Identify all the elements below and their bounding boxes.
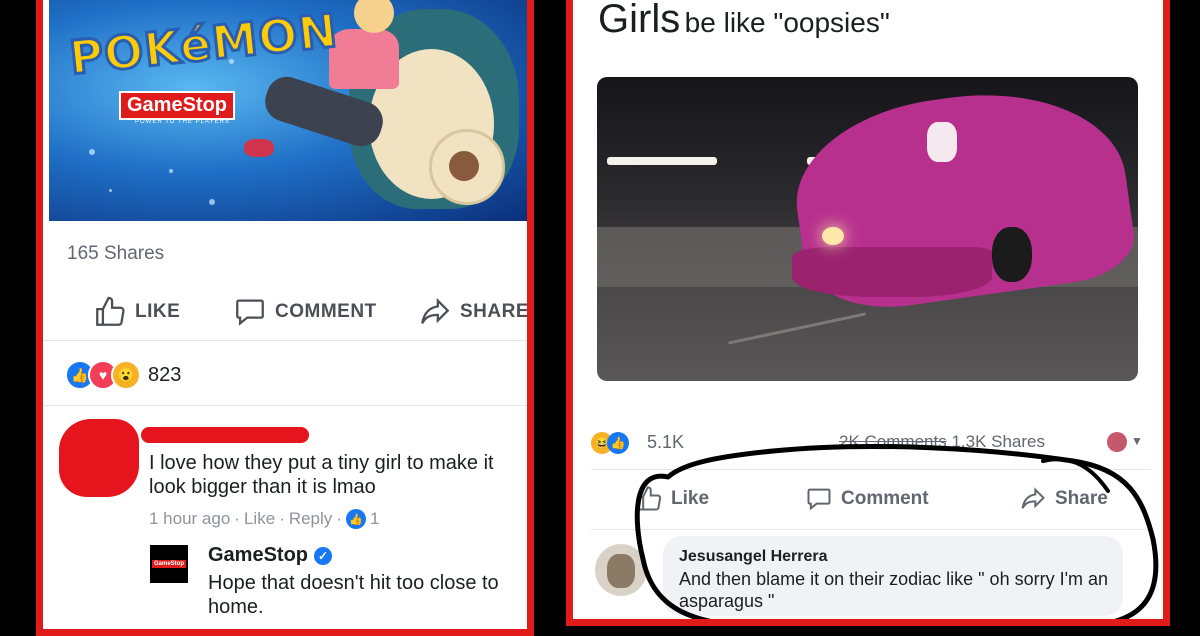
left-post-card: POKéMON GameStop POWER TO THE PLAYERS 16… — [36, 0, 534, 636]
caption-bold: Girls — [598, 0, 681, 41]
comment-button[interactable]: COMMENT — [233, 295, 377, 329]
comment-reply-link[interactable]: Reply — [289, 509, 332, 529]
chevron-down-icon[interactable]: ▼ — [1131, 434, 1143, 448]
comment-bubble-icon — [236, 299, 264, 326]
like-button[interactable]: Like — [635, 485, 709, 513]
like-reaction-icon: 👍 — [607, 432, 629, 454]
share-arrow-icon — [1021, 487, 1045, 509]
divider — [591, 469, 1151, 470]
comment-like-link[interactable]: Like — [244, 509, 275, 529]
comment-button[interactable]: Comment — [805, 485, 929, 513]
share-button[interactable]: Share — [1019, 485, 1108, 513]
reaction-summary[interactable]: 👍 ♥ 😮 823 — [65, 360, 181, 390]
comment-bubble: Jesusangel Herrera And then blame it on … — [663, 536, 1123, 616]
gamestop-avatar[interactable]: GameStop — [150, 545, 188, 583]
reply-text: Hope that doesn't hit too close to home. — [208, 572, 499, 618]
car-crash-image[interactable] — [597, 77, 1138, 381]
gamestop-logo: GameStop — [119, 91, 236, 120]
comment-meta: 1 hour ago · Like · Reply · 👍 1 — [149, 509, 380, 529]
pokemon-logo: POKéMON — [65, 2, 341, 87]
right-post-card: Girls be like "oopsies" 😆 👍 5.1K 2K Comm… — [566, 0, 1170, 626]
comment-text: I love how they put a tiny girl to make … — [149, 452, 494, 498]
share-arrow-icon — [421, 297, 450, 324]
comment-author[interactable]: Jesusangel Herrera — [679, 548, 828, 566]
comment-like-count[interactable]: 1 — [370, 509, 379, 529]
shares-count[interactable]: 1.3K Shares — [951, 432, 1045, 451]
share-label: SHARE — [460, 301, 530, 322]
reaction-count: 823 — [148, 363, 182, 386]
comment-bubble-icon — [807, 488, 831, 511]
pokemon-gamestop-promo-image[interactable]: POKéMON GameStop POWER TO THE PLAYERS — [49, 0, 527, 221]
like-badge-icon: 👍 — [345, 509, 366, 529]
share-label: Share — [1055, 488, 1108, 509]
like-label: Like — [671, 488, 710, 509]
divider — [43, 405, 527, 406]
verified-badge-icon: ✓ — [314, 546, 333, 565]
gamestop-tagline: POWER TO THE PLAYERS — [135, 119, 230, 125]
comment-timestamp[interactable]: 1 hour ago — [149, 509, 230, 529]
like-button[interactable]: LIKE — [93, 295, 180, 329]
divider — [591, 529, 1151, 530]
reply-author[interactable]: GameStop ✓ — [208, 544, 333, 567]
reaction-count[interactable]: 5.1K — [647, 432, 684, 453]
redacted-avatar — [59, 419, 139, 497]
comment-text: And then blame it on their zodiac like "… — [679, 569, 1109, 611]
post-stats: 😆 👍 5.1K 2K Comments 1.3K Shares ▼ — [591, 430, 1151, 460]
like-label: LIKE — [135, 301, 181, 322]
meme-caption: Girls be like "oopsies" — [598, 0, 890, 42]
comment-label: COMMENT — [275, 301, 377, 322]
comments-count[interactable]: 2K Comments — [839, 432, 947, 451]
comment-share-counts: 2K Comments 1.3K Shares — [839, 432, 1045, 452]
wow-reaction-icon: 😮 — [111, 360, 141, 390]
thumbs-up-icon — [637, 486, 662, 511]
caption-rest: be like "oopsies" — [684, 7, 890, 38]
post-action-bar: LIKE COMMENT SHARE — [43, 284, 527, 341]
redacted-name — [141, 427, 309, 443]
share-button[interactable]: SHARE — [418, 295, 530, 329]
commenter-avatar[interactable] — [595, 544, 647, 596]
thumbs-up-icon — [96, 296, 125, 326]
shares-count[interactable]: 165 Shares — [67, 243, 164, 265]
viewer-avatar[interactable] — [1107, 432, 1127, 452]
comment-label: Comment — [841, 488, 929, 509]
